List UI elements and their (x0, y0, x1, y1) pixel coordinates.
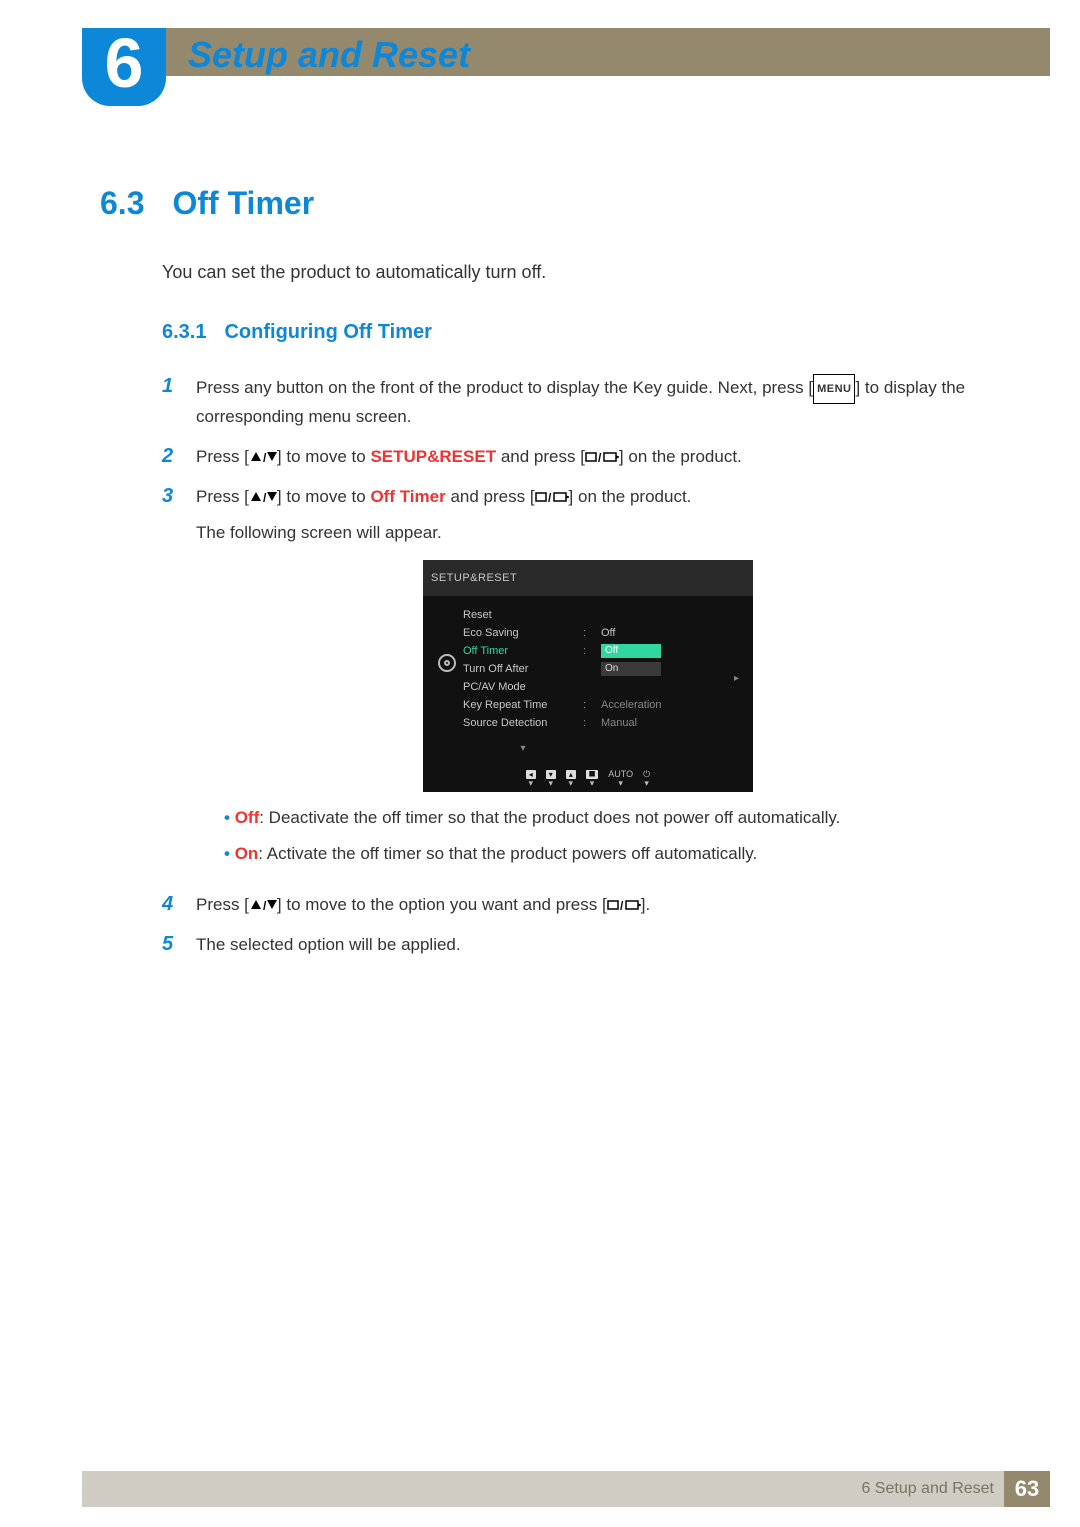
osd-value-srcdet: Manual (601, 714, 745, 732)
source-enter-icon: / (535, 490, 569, 504)
text: ] to move to (277, 447, 371, 466)
chevron-right-icon: ▸ (734, 666, 739, 692)
step-text: Press any button on the front of the pro… (196, 374, 980, 430)
keyword: SETUP&RESET (370, 447, 496, 466)
steps-list: 1 Press any button on the front of the p… (162, 374, 980, 958)
footer-page-number: 63 (1004, 1471, 1050, 1507)
gear-icon (438, 654, 456, 672)
svg-text:/: / (263, 451, 267, 464)
page-content: 6.3 Off Timer You can set the product to… (100, 185, 980, 972)
option-label: On (235, 844, 259, 863)
source-enter-icon: / (607, 898, 641, 912)
text: Press [ (196, 895, 249, 914)
step-number: 4 (162, 892, 180, 918)
step-number: 1 (162, 374, 180, 430)
up-down-arrow-icon: / (249, 450, 277, 464)
option-off: Off: Deactivate the off timer so that th… (224, 806, 980, 830)
chevron-down-icon: ▾ (463, 736, 583, 762)
step-3: 3 Press [ / ] to move to Off Timer and pre… (162, 484, 980, 878)
option-text: : Deactivate the off timer so that the p… (259, 808, 840, 827)
chapter-number-badge: 6 (82, 28, 166, 106)
text: ] on the product. (569, 487, 692, 506)
source-enter-icon: / (585, 450, 619, 464)
section-lead: You can set the product to automatically… (162, 262, 980, 283)
svg-text:/: / (263, 899, 267, 912)
osd-option-on: On (601, 662, 661, 676)
step-text: The selected option will be applied. (196, 932, 980, 958)
osd-item-srcdet: Source Detection (463, 714, 583, 732)
step-number: 5 (162, 932, 180, 958)
osd-menu-values: Off Off On Acceleration Manual ▸ (601, 606, 745, 762)
step-text: Press [ / ] to move to SETUP&RESET and pre… (196, 444, 980, 470)
svg-text:/: / (598, 451, 602, 464)
step-1: 1 Press any button on the front of the p… (162, 374, 980, 430)
svg-text:/: / (620, 899, 624, 912)
step-4: 4 Press [ / ] to move to the option you wa… (162, 892, 980, 918)
svg-text:/: / (263, 491, 267, 504)
text: Press [ (196, 487, 249, 506)
osd-option-off: Off (601, 644, 661, 658)
subsection-number: 6.3.1 (162, 321, 206, 344)
step-number: 3 (162, 484, 180, 878)
section-title: Off Timer (172, 185, 314, 222)
option-on: On: Activate the off timer so that the p… (224, 842, 980, 866)
subsection-title: Configuring Off Timer (224, 321, 431, 344)
text: ] on the product. (619, 447, 742, 466)
page-footer: 6 Setup and Reset 63 (82, 1471, 1050, 1507)
text: Press any button on the front of the pro… (196, 378, 813, 397)
step-text: Press [ / ] to move to Off Timer and press… (196, 484, 980, 878)
text: and press [ (446, 487, 535, 506)
option-text: : Activate the off timer so that the pro… (258, 844, 757, 863)
svg-text:/: / (548, 491, 552, 504)
step-note: The following screen will appear. (196, 520, 980, 546)
text: and press [ (496, 447, 585, 466)
text: ]. (641, 895, 650, 914)
osd-menu-labels: Reset Eco Saving Off Timer Turn Off Afte… (463, 606, 583, 762)
step-5: 5 The selected option will be applied. (162, 932, 980, 958)
up-down-arrow-icon: / (249, 490, 277, 504)
step-number: 2 (162, 444, 180, 470)
osd-value-eco: Off (601, 624, 745, 642)
step-text: Press [ / ] to move to the option you want… (196, 892, 980, 918)
options-list: Off: Deactivate the off timer so that th… (224, 806, 980, 866)
osd-footer-bar: ◂▾ ▾▾ ▴▾ ⯀▾ AUTO▾ ⏻▾ (423, 770, 753, 788)
option-label: Off (235, 808, 260, 827)
osd-title: SETUP&RESET (423, 560, 753, 596)
text: ] to move to the option you want and pre… (277, 895, 607, 914)
up-down-arrow-icon: / (249, 898, 277, 912)
subsection-header: 6.3.1 Configuring Off Timer (162, 321, 980, 344)
section-header: 6.3 Off Timer (100, 185, 980, 222)
text: Press [ (196, 447, 249, 466)
text: ] to move to (277, 487, 371, 506)
footer-chapter-label: 6 Setup and Reset (861, 1480, 994, 1498)
osd-screenshot: SETUP&RESET Reset Eco Saving Off Timer T… (423, 560, 753, 792)
keyword: Off Timer (370, 487, 445, 506)
menu-button-icon: MENU (813, 374, 855, 404)
step-2: 2 Press [ / ] to move to SETUP&RESET and p… (162, 444, 980, 470)
section-number: 6.3 (100, 185, 144, 222)
chapter-title: Setup and Reset (188, 34, 470, 76)
